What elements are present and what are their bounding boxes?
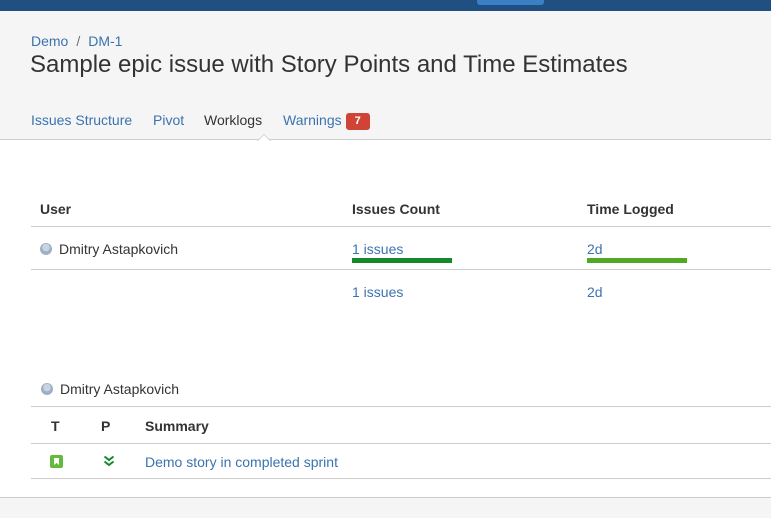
priority-lowest-icon <box>103 455 115 467</box>
totals-row: 1 issues 2d <box>31 270 771 312</box>
table-row: Dmitry Astapkovich 1 issues 2d <box>31 227 771 270</box>
tab-issues-structure[interactable]: Issues Structure <box>31 112 132 128</box>
story-icon <box>50 455 63 468</box>
column-header-time-logged: Time Logged <box>587 201 674 217</box>
user-issues-table-header: T P Summary <box>31 407 771 444</box>
page-title: Sample epic issue with Story Points and … <box>30 51 628 78</box>
user-section-name: Dmitry Astapkovich <box>60 381 180 397</box>
time-logged-bar <box>587 258 687 263</box>
active-tab-indicator-fill <box>258 135 270 141</box>
user-section-heading: Dmitry Astapkovich <box>41 381 179 397</box>
page-footer <box>0 497 771 518</box>
issues-count-bar <box>352 258 452 263</box>
tab-worklogs[interactable]: Worklogs <box>204 112 262 128</box>
column-header-priority: P <box>101 418 111 434</box>
column-header-issues-count: Issues Count <box>352 201 440 217</box>
breadcrumb-issue-link[interactable]: DM-1 <box>88 33 122 49</box>
time-logged-link[interactable]: 2d <box>587 241 603 257</box>
user-avatar-icon <box>40 243 52 255</box>
tab-warnings[interactable]: Warnings 7 <box>283 112 370 130</box>
breadcrumb-project-link[interactable]: Demo <box>31 33 68 49</box>
worklogs-table: User Issues Count Time Logged Dmitry Ast… <box>31 190 771 312</box>
warnings-count-badge: 7 <box>345 113 370 130</box>
column-header-user: User <box>40 201 72 217</box>
issues-count-link[interactable]: 1 issues <box>352 241 403 257</box>
table-row: Demo story in completed sprint <box>31 444 771 479</box>
tab-warnings-label: Warnings <box>283 112 342 128</box>
issue-summary-link[interactable]: Demo story in completed sprint <box>145 454 338 470</box>
breadcrumb: Demo / DM-1 <box>31 33 122 49</box>
user-avatar-icon <box>41 383 53 395</box>
total-time-link[interactable]: 2d <box>587 284 603 300</box>
column-header-type: T <box>51 418 60 434</box>
topbar-button[interactable] <box>477 0 544 5</box>
breadcrumb-separator: / <box>76 33 81 49</box>
worklogs-table-header: User Issues Count Time Logged <box>31 190 771 227</box>
top-navigation-bar <box>0 0 771 11</box>
column-header-summary: Summary <box>145 418 209 434</box>
tab-pivot[interactable]: Pivot <box>153 112 184 128</box>
user-name: Dmitry Astapkovich <box>59 241 179 257</box>
user-issues-table: T P Summary Demo story in completed spri… <box>31 406 771 479</box>
issue-header: Demo / DM-1 Sample epic issue with Story P… <box>0 11 771 141</box>
user-cell: Dmitry Astapkovich <box>40 241 178 257</box>
total-issues-link[interactable]: 1 issues <box>352 284 403 300</box>
